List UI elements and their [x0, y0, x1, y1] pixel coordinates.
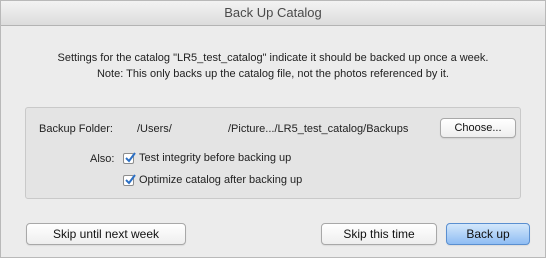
test-integrity-label: Test integrity before backing up — [139, 152, 292, 164]
backup-folder-label: Backup Folder: — [39, 123, 113, 135]
dialog-title: Back Up Catalog — [1, 1, 545, 26]
back-up-catalog-dialog: Back Up Catalog Settings for the catalog… — [0, 0, 546, 258]
message-line-2: Note: This only backs up the catalog fil… — [96, 68, 449, 80]
optimize-catalog-label: Optimize catalog after backing up — [139, 174, 303, 186]
also-label: Also: — [90, 153, 115, 165]
optimize-catalog-checkbox[interactable]: Optimize catalog after backing up — [123, 173, 303, 186]
choose-folder-button[interactable]: Choose... — [440, 118, 516, 138]
dialog-message: Settings for the catalog "LR5_test_catal… — [15, 50, 531, 82]
checkbox-checked-icon — [123, 173, 136, 186]
test-integrity-checkbox[interactable]: Test integrity before backing up — [123, 151, 292, 164]
checkbox-checked-icon — [123, 151, 136, 164]
backup-options-panel: Backup Folder: /Users/ /Picture.../LR5_t… — [25, 107, 521, 199]
message-line-1: Settings for the catalog "LR5_test_catal… — [57, 52, 489, 64]
backup-path-start: /Users/ — [137, 123, 172, 135]
back-up-button[interactable]: Back up — [446, 223, 530, 245]
skip-this-time-button[interactable]: Skip this time — [321, 223, 437, 245]
backup-path-end: /Picture.../LR5_test_catalog/Backups — [228, 123, 409, 135]
skip-until-next-week-button[interactable]: Skip until next week — [26, 223, 186, 245]
